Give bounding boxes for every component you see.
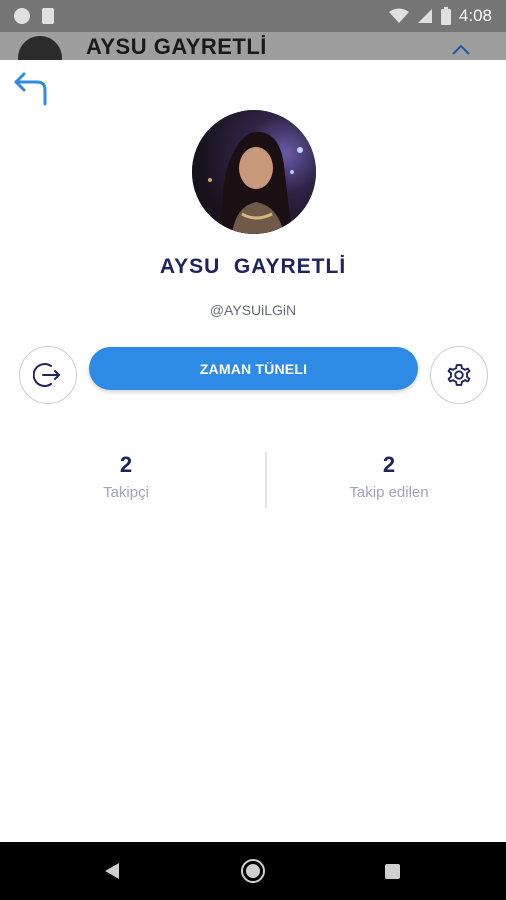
background-title: AYSU GAYRETLİ bbox=[86, 34, 267, 59]
status-bar: 4:08 bbox=[0, 0, 506, 32]
avatar-photo bbox=[192, 110, 316, 234]
logout-icon bbox=[33, 363, 60, 387]
status-time: 4:08 bbox=[458, 6, 492, 25]
wifi-icon bbox=[388, 8, 409, 23]
profile-screen: 4:08 AYSU GAYRETLİ AYSU GAYRETLİ @AYSUiL… bbox=[0, 0, 506, 900]
followers-count: 2 bbox=[119, 452, 133, 477]
nav-home-inner bbox=[246, 864, 260, 878]
back-button[interactable] bbox=[8, 68, 50, 110]
sd-card-icon bbox=[42, 8, 54, 24]
profile-name: AYSU GAYRETLİ bbox=[159, 255, 347, 278]
nav-recents-icon[interactable] bbox=[385, 864, 400, 879]
timeline-button[interactable]: ZAMAN TÜNELI bbox=[89, 347, 418, 390]
navigation-bar bbox=[0, 842, 506, 900]
status-left-icons bbox=[14, 8, 54, 24]
gear-icon bbox=[447, 364, 471, 386]
back-arrow-icon bbox=[14, 72, 47, 106]
settings-button[interactable] bbox=[430, 346, 488, 404]
battery-icon bbox=[440, 7, 451, 25]
background-avatar bbox=[18, 36, 62, 60]
following-count: 2 bbox=[382, 452, 396, 477]
followers-stat[interactable]: 2 Takipçi bbox=[16, 452, 236, 501]
profile-sheet: AYSU GAYRETLİ @AYSUiLGiN ZAMAN TÜNELI 2 … bbox=[0, 60, 506, 842]
background-header: AYSU GAYRETLİ bbox=[0, 32, 506, 60]
following-label: Takip edilen bbox=[349, 484, 429, 501]
profile-username: @AYSUiLGiN bbox=[209, 302, 297, 318]
logout-button[interactable] bbox=[19, 346, 77, 404]
profile-stats: 2 Takipçi 2 Takip edilen bbox=[0, 452, 506, 510]
cellular-icon bbox=[417, 9, 432, 23]
nav-home-icon[interactable] bbox=[241, 859, 265, 883]
profile-avatar[interactable] bbox=[192, 110, 316, 234]
home-icon bbox=[452, 44, 470, 55]
followers-label: Takipçi bbox=[103, 484, 149, 501]
nav-back-icon[interactable] bbox=[104, 862, 120, 880]
notification-dot-icon bbox=[14, 8, 30, 24]
status-right-icons: 4:08 bbox=[388, 6, 492, 26]
following-stat[interactable]: 2 Takip edilen bbox=[266, 452, 506, 501]
